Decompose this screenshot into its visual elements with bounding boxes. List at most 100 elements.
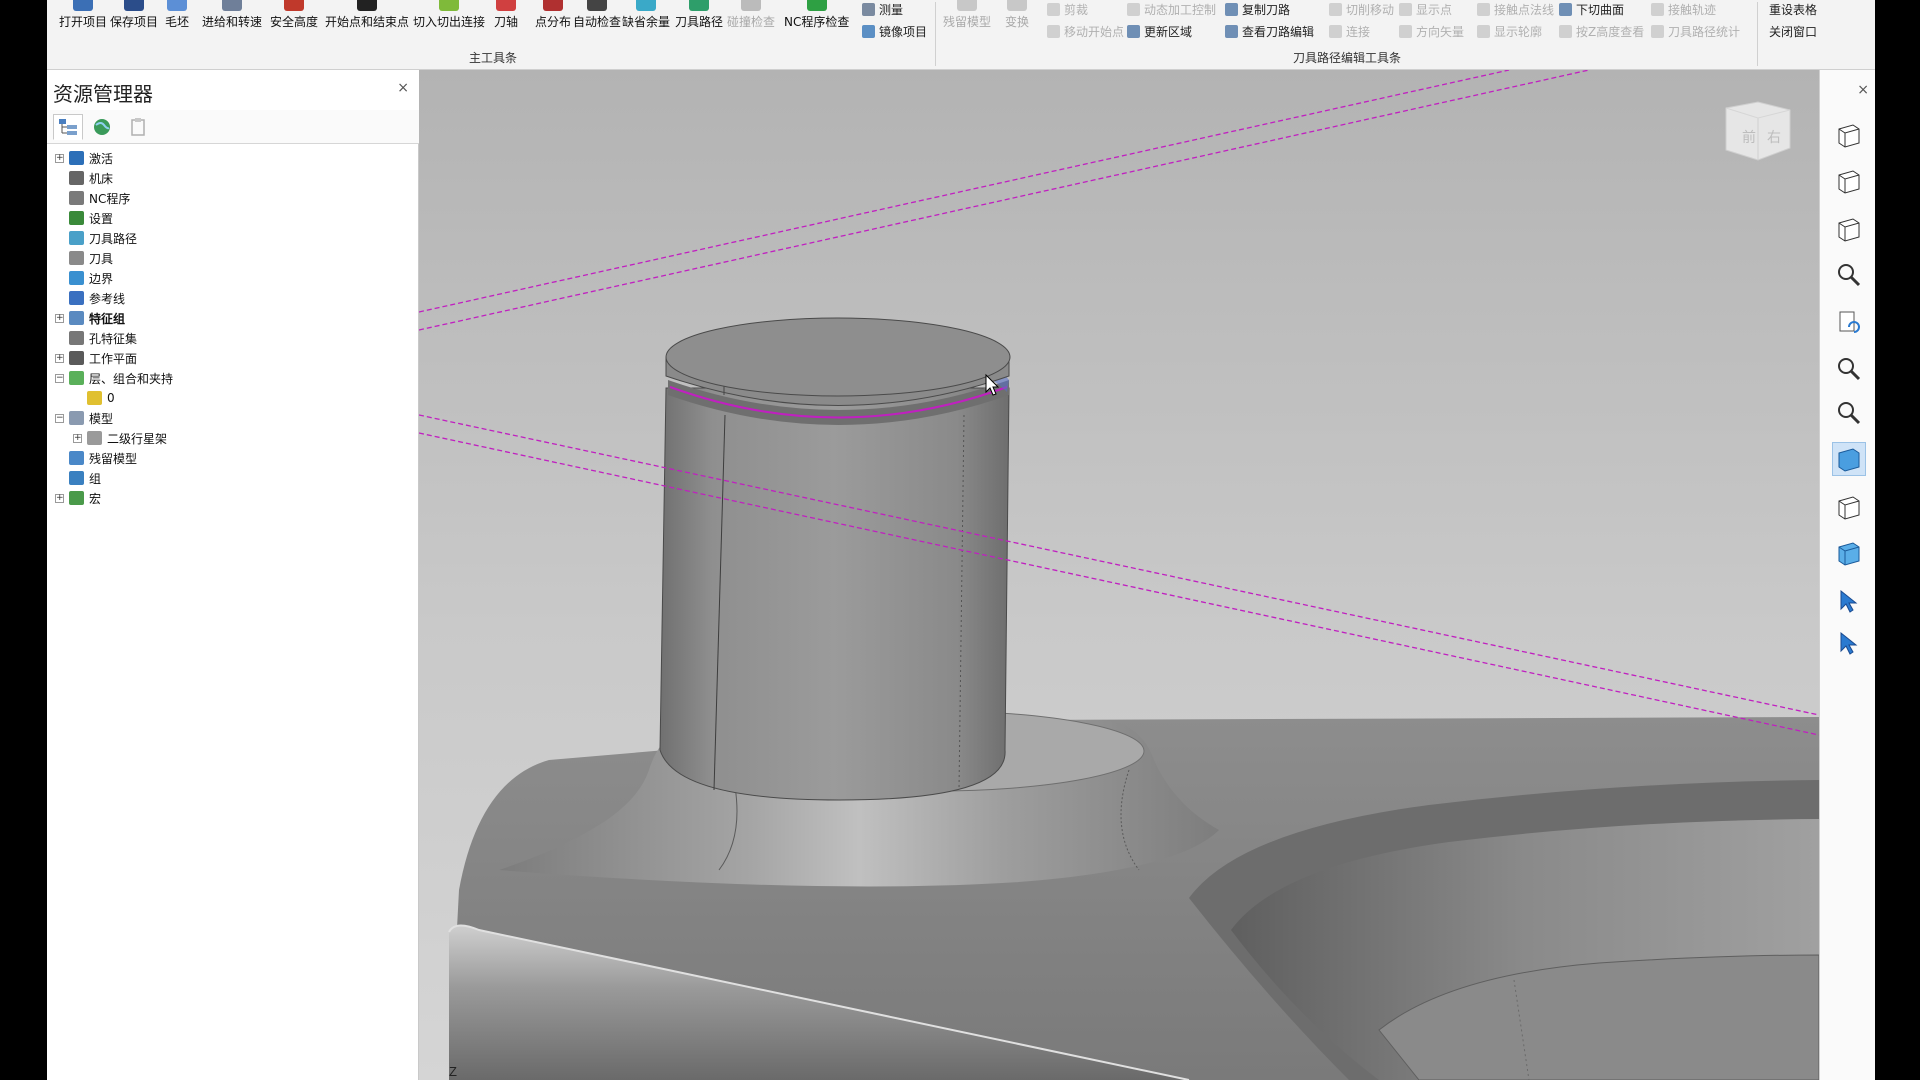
page-refresh-button[interactable] bbox=[1832, 306, 1866, 340]
tree-item-tool[interactable]: 刀具 bbox=[55, 248, 113, 268]
expand-icon[interactable]: + bbox=[55, 313, 64, 323]
ribbon-button-point-distribution[interactable]: 点分布 bbox=[535, 0, 571, 38]
ribbon-button-rest-model[interactable]: 残留模型 bbox=[943, 0, 991, 38]
expand-icon[interactable]: + bbox=[55, 353, 64, 363]
tree-item-label: 激活 bbox=[89, 151, 114, 166]
edit-tool-button[interactable]: 连接 bbox=[1329, 22, 1370, 40]
expand-icon[interactable]: + bbox=[55, 493, 64, 503]
tree-item-label: 设置 bbox=[89, 211, 114, 226]
tree-item-model-item[interactable]: + 二级行星架 bbox=[73, 428, 167, 448]
view-toolbar-close-button[interactable]: × bbox=[1857, 82, 1869, 98]
measure-button[interactable]: 测量 bbox=[862, 0, 903, 18]
tree-item-pattern[interactable]: 参考线 bbox=[55, 288, 125, 308]
expand-icon[interactable]: + bbox=[55, 153, 64, 163]
edit-tool-button[interactable]: 刀具路径统计 bbox=[1651, 22, 1740, 40]
tree-item-workplane[interactable]: + 工作平面 bbox=[55, 348, 137, 368]
ribbon-button-leads-links[interactable]: 切入切出连接 bbox=[413, 0, 485, 38]
explorer-panel: 资源管理器 × + 激活 机床 NC程序 设置 刀具路径 刀具 边界 参考线 + 特征组孔 bbox=[47, 70, 419, 1080]
tree-item-feature-group[interactable]: + 特征组 bbox=[55, 308, 125, 328]
edit-tool-button[interactable]: 方向矢量 bbox=[1399, 22, 1464, 40]
edit-tool-button[interactable]: 剪裁 bbox=[1047, 0, 1088, 18]
edit-tool-button[interactable]: 动态加工控制 bbox=[1127, 0, 1216, 18]
close-window-button[interactable]: 关闭窗口 bbox=[1769, 22, 1817, 40]
tree-item-activate[interactable]: + 激活 bbox=[55, 148, 113, 168]
explorer-title: 资源管理器 bbox=[53, 82, 153, 106]
tree-item-machine[interactable]: 机床 bbox=[55, 168, 113, 188]
ribbon-button-default-thickness[interactable]: 缺省余量 bbox=[622, 0, 670, 38]
edit-tool-button[interactable]: 接触轨迹 bbox=[1651, 0, 1716, 18]
tree-item-level-zero[interactable]: 0 bbox=[73, 388, 115, 408]
edit-tool-label: 按Z高度查看 bbox=[1576, 24, 1645, 39]
zoom-refresh-button[interactable] bbox=[1832, 258, 1866, 292]
shaded-solid-button[interactable] bbox=[1832, 536, 1866, 570]
edit-toolbar-group-label: 刀具路径编辑工具条 bbox=[1293, 51, 1402, 65]
explorer-close-button[interactable]: × bbox=[397, 80, 409, 96]
ribbon-button-transform[interactable]: 变换 bbox=[1005, 0, 1029, 38]
edit-tool-button[interactable]: 切削移动 bbox=[1329, 0, 1394, 18]
edit-tool-button[interactable]: 更新区域 bbox=[1127, 22, 1192, 40]
ribbon-button-label: 进给和转速 bbox=[202, 15, 263, 29]
ribbon-button-nc-check[interactable]: NC程序检查 bbox=[784, 0, 849, 38]
tree-item-label: 参考线 bbox=[89, 291, 126, 306]
level-zero-icon bbox=[87, 391, 102, 405]
view-cube-button[interactable] bbox=[1832, 212, 1866, 246]
tree-item-hole-feature[interactable]: 孔特征集 bbox=[55, 328, 137, 348]
tree-item-toolpath[interactable]: 刀具路径 bbox=[55, 228, 137, 248]
tree-item-nc-program[interactable]: NC程序 bbox=[55, 188, 130, 208]
ribbon-button-rapid-height[interactable]: 安全高度 bbox=[270, 0, 318, 38]
ribbon-button-open-project[interactable]: 打开项目 bbox=[59, 0, 107, 38]
wireframe-button[interactable] bbox=[1832, 490, 1866, 524]
ribbon-button-collision-check[interactable]: 碰撞检查 bbox=[727, 0, 775, 38]
edit-tool-button[interactable]: 按Z高度查看 bbox=[1559, 22, 1644, 40]
select-undo-button[interactable] bbox=[1832, 626, 1866, 660]
3d-viewport[interactable]: 前 右 Z bbox=[419, 70, 1819, 1080]
cylinder-body bbox=[659, 387, 1010, 801]
edit-tool-button[interactable]: 显示点 bbox=[1399, 0, 1452, 18]
reset-table-button[interactable]: 重设表格 bbox=[1769, 0, 1817, 18]
tree-item-label: 刀具路径 bbox=[89, 231, 138, 246]
zoom-box-button[interactable] bbox=[1832, 352, 1866, 386]
mirror-project-button[interactable]: 镜像项目 bbox=[862, 22, 927, 40]
edit-tool-button[interactable]: 下切曲面 bbox=[1559, 0, 1624, 18]
ribbon-button-start-end-point[interactable]: 开始点和结束点 bbox=[325, 0, 409, 38]
tree-item-setup[interactable]: 设置 bbox=[55, 208, 113, 228]
clipboard-tab[interactable] bbox=[123, 114, 153, 140]
tree-view-tab[interactable] bbox=[53, 114, 83, 140]
tree-item-stock-model[interactable]: 残留模型 bbox=[55, 448, 137, 468]
ribbon-button-toolpath[interactable]: 刀具路径 bbox=[675, 0, 723, 38]
edit-tool-button[interactable]: 接触点法线 bbox=[1477, 0, 1554, 18]
ribbon-button-stock[interactable]: 毛坯 bbox=[165, 0, 189, 38]
tree-item-label: 工作平面 bbox=[89, 351, 138, 366]
collapse-icon[interactable]: − bbox=[55, 373, 64, 383]
ribbon-button-tool-axis[interactable]: 刀轴 bbox=[494, 0, 518, 38]
ribbon-button-save-project[interactable]: 保存项目 bbox=[110, 0, 158, 38]
tree-item-levels[interactable]: − 层、组合和夹持 bbox=[55, 368, 173, 388]
edit-tool-label: 接触点法线 bbox=[1494, 2, 1555, 17]
edit-tool-button[interactable]: 显示轮廓 bbox=[1477, 22, 1542, 40]
edit-tool-button[interactable]: 查看刀路编辑 bbox=[1225, 22, 1314, 40]
collapse-icon[interactable]: − bbox=[55, 413, 64, 423]
edit-tool-button[interactable]: 移动开始点 bbox=[1047, 22, 1124, 40]
auto-verify-icon bbox=[587, 0, 607, 11]
tree-item-group-folder[interactable]: 组 bbox=[55, 468, 101, 488]
save-project-icon bbox=[124, 0, 144, 11]
select-button[interactable] bbox=[1832, 584, 1866, 618]
view-top-box-button[interactable] bbox=[1832, 164, 1866, 198]
tree-item-boundary[interactable]: 边界 bbox=[55, 268, 113, 288]
ribbon-button-feeds-speeds[interactable]: 进给和转速 bbox=[202, 0, 262, 38]
zoom-fit-button[interactable] bbox=[1832, 396, 1866, 430]
shaded-button[interactable] bbox=[1832, 442, 1866, 476]
globe-tab[interactable] bbox=[87, 114, 117, 140]
globe-icon bbox=[94, 119, 110, 135]
edit-tool-button[interactable]: 复制刀路 bbox=[1225, 0, 1290, 18]
mirror-project-label: 镜像项目 bbox=[879, 24, 928, 39]
view-iso-button[interactable] bbox=[1832, 118, 1866, 152]
expand-icon[interactable]: + bbox=[73, 433, 82, 443]
ribbon-button-label: 刀轴 bbox=[494, 15, 519, 29]
leads-links-icon bbox=[439, 0, 459, 11]
levels-icon bbox=[69, 371, 84, 385]
ribbon-button-label: NC程序检查 bbox=[784, 15, 850, 29]
tree-item-macro[interactable]: + 宏 bbox=[55, 488, 101, 508]
ribbon-button-auto-verify[interactable]: 自动检查 bbox=[573, 0, 621, 38]
tree-item-model[interactable]: − 模型 bbox=[55, 408, 113, 428]
